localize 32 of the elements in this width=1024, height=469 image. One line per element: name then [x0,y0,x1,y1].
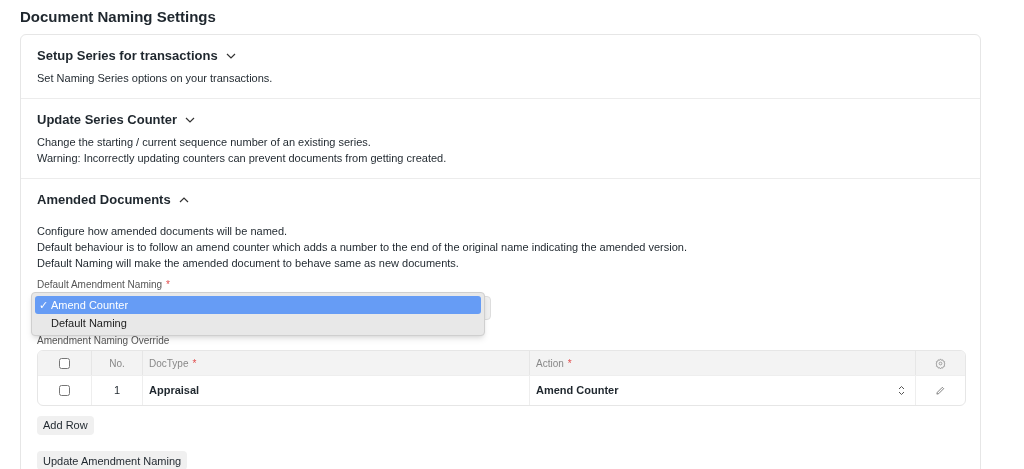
chevron-down-icon [225,53,236,59]
section-description: Change the starting / current sequence number of an existing series. [37,135,372,150]
update-button[interactable]: Update Amendment Naming [37,451,188,469]
section-header[interactable]: Amended Documents [37,191,189,209]
row-checkbox[interactable] [59,385,70,396]
dropdown-option[interactable]: Default Naming [35,314,481,332]
section-description: Configure how amended documents will be named. [37,224,289,239]
required-mark: * [166,278,170,292]
select-all-checkbox[interactable] [59,357,70,369]
required-mark: * [567,356,572,371]
table-cell[interactable]: Appraisal [142,376,529,405]
edit-icon[interactable] [936,386,945,395]
section-description: Default behaviour is to follow an amend counter which adds a number to the end of the original name indicating the amended version. [37,240,688,255]
section-description: Warning: Incorrectly updating counters can prevent documents from getting created. [37,151,448,166]
select-cell[interactable]: Amend Counter [529,376,915,405]
column-header: DocType [149,356,189,371]
sort-caret-icon [898,385,905,396]
section-description: Default Naming will make the amended document to behave same as new documents. [37,256,460,271]
field-label: Default Amendment Naming [37,278,163,292]
required-mark: * [192,356,197,371]
section-header[interactable]: Update Series Counter [37,111,196,129]
page-title: Document Naming Settings [19,6,217,27]
add-row-button[interactable]: Add Row [37,416,94,435]
section-description: Set Naming Series options on your transactions. [37,71,274,86]
table-cell: 1 [91,376,142,405]
chevron-down-icon [185,117,196,123]
chevron-up-icon [178,197,189,203]
column-header: No. [91,351,142,375]
field-label: Amendment Naming Override [37,334,171,348]
section-header[interactable]: Setup Series for transactions [37,47,236,65]
column-header: Action [536,356,564,371]
check-mark: ✓ [39,298,48,311]
